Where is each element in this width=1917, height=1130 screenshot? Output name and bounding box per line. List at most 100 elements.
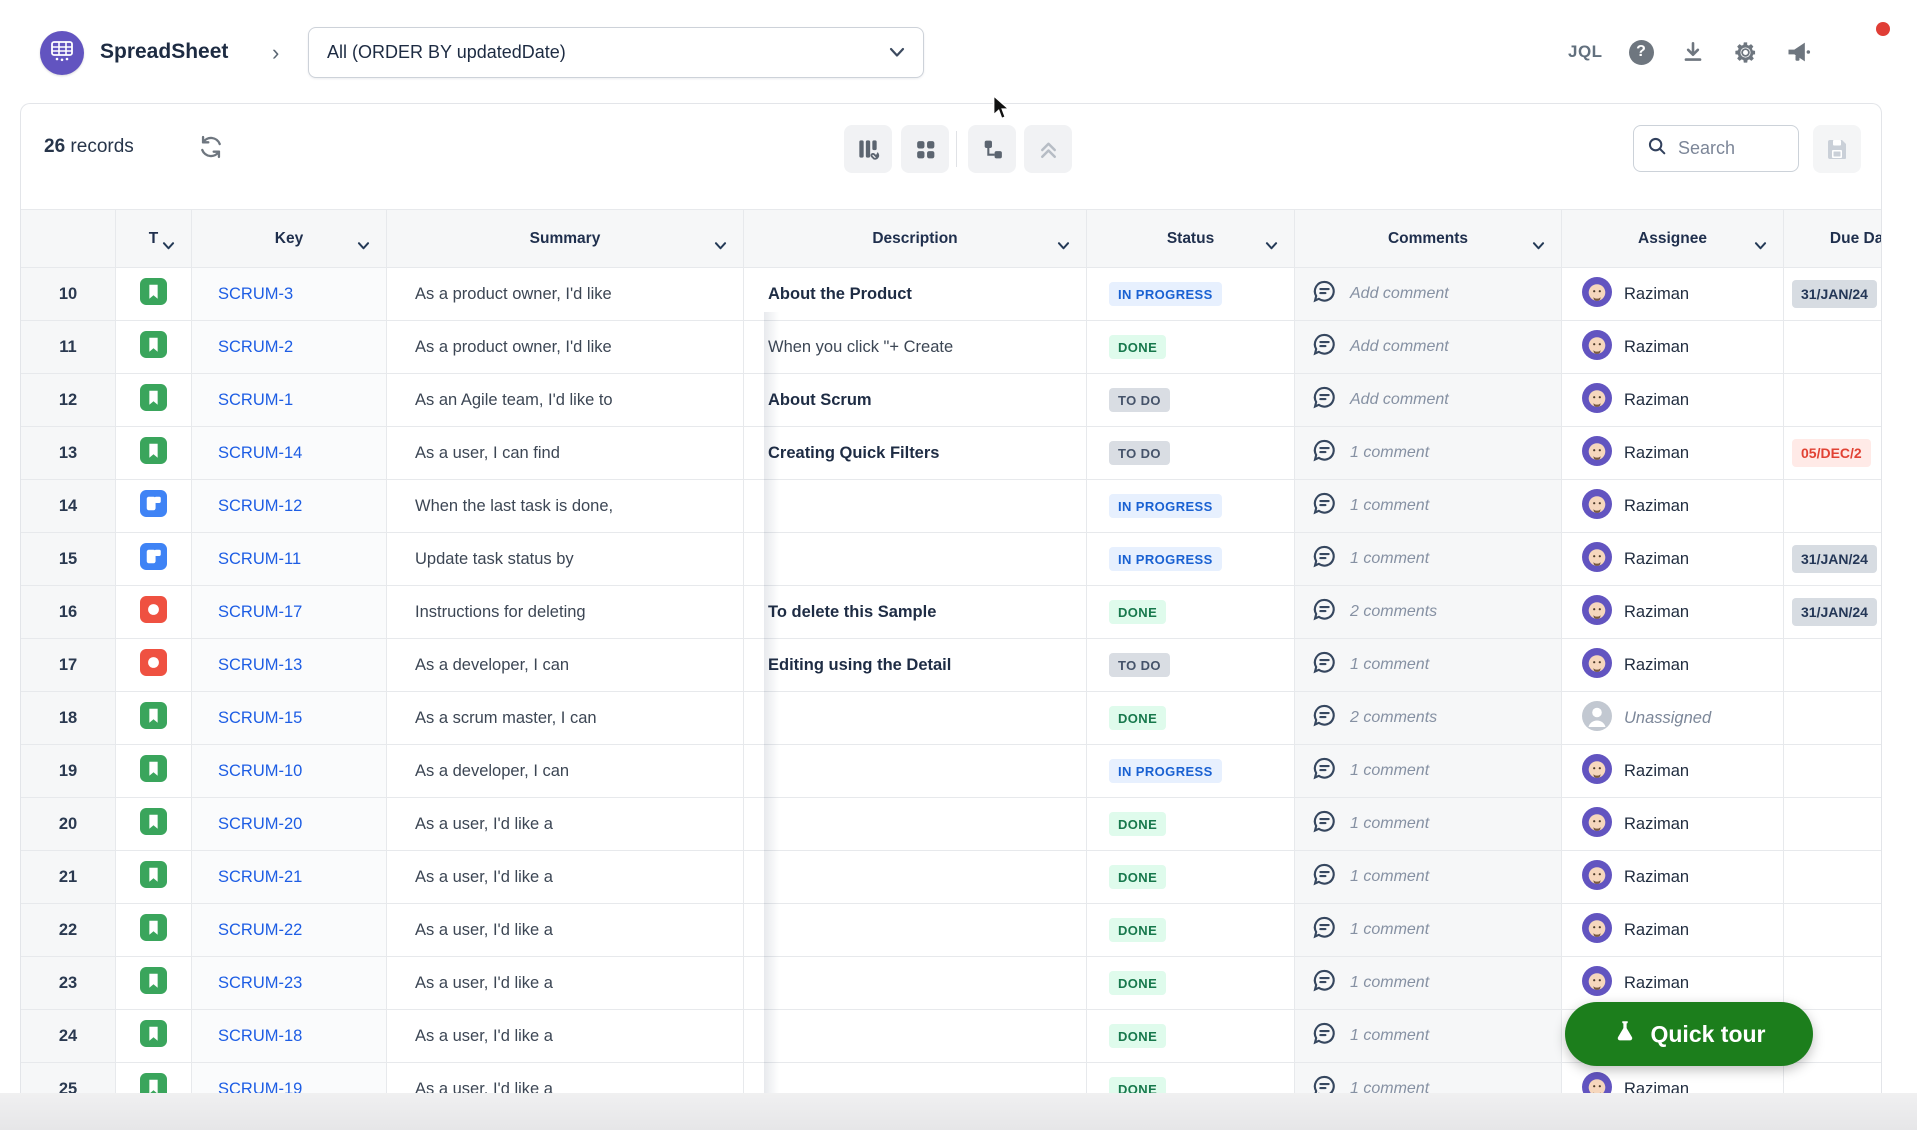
- horizontal-scrollbar-track[interactable]: [0, 1093, 1917, 1130]
- status-cell[interactable]: TO DO: [1087, 427, 1295, 480]
- column-header-status[interactable]: Status: [1087, 209, 1295, 268]
- due-date-cell[interactable]: 31/JAN/24: [1784, 533, 1882, 586]
- assignee-cell[interactable]: Raziman: [1562, 798, 1784, 851]
- issue-key-link[interactable]: SCRUM-21: [218, 868, 302, 887]
- comments-cell[interactable]: 1 comment: [1295, 851, 1562, 904]
- issue-type-cell[interactable]: [116, 586, 192, 639]
- comments-cell[interactable]: 1 comment: [1295, 904, 1562, 957]
- description-cell[interactable]: [744, 851, 1087, 904]
- column-header-comments[interactable]: Comments: [1295, 209, 1562, 268]
- summary-cell[interactable]: As a product owner, I'd like: [387, 321, 744, 374]
- help-icon[interactable]: ?: [1629, 40, 1654, 65]
- issue-key-link[interactable]: SCRUM-12: [218, 497, 302, 516]
- issue-key-link[interactable]: SCRUM-14: [218, 444, 302, 463]
- issue-type-cell[interactable]: [116, 692, 192, 745]
- description-cell[interactable]: [744, 1063, 1087, 1093]
- column-settings-button[interactable]: [844, 125, 892, 173]
- description-cell[interactable]: [744, 533, 1087, 586]
- summary-cell[interactable]: As a user, I'd like a: [387, 851, 744, 904]
- column-header-summary[interactable]: Summary: [387, 209, 744, 268]
- description-cell[interactable]: [744, 480, 1087, 533]
- issue-type-cell[interactable]: [116, 321, 192, 374]
- issue-type-cell[interactable]: [116, 639, 192, 692]
- column-header-due[interactable]: Due Date: [1784, 209, 1882, 268]
- summary-cell[interactable]: As a scrum master, I can: [387, 692, 744, 745]
- status-cell[interactable]: DONE: [1087, 586, 1295, 639]
- status-cell[interactable]: DONE: [1087, 321, 1295, 374]
- issue-type-cell[interactable]: [116, 480, 192, 533]
- issue-key-link[interactable]: SCRUM-22: [218, 921, 302, 940]
- status-cell[interactable]: IN PROGRESS: [1087, 533, 1295, 586]
- collapse-all-button[interactable]: [1024, 125, 1072, 173]
- issue-type-cell[interactable]: [116, 904, 192, 957]
- description-cell[interactable]: To delete this Sample: [744, 586, 1087, 639]
- summary-cell[interactable]: As a user, I'd like a: [387, 904, 744, 957]
- status-cell[interactable]: TO DO: [1087, 374, 1295, 427]
- summary-cell[interactable]: As a user, I can find: [387, 427, 744, 480]
- issue-type-cell[interactable]: [116, 268, 192, 321]
- issue-key-link[interactable]: SCRUM-11: [218, 550, 301, 569]
- status-cell[interactable]: DONE: [1087, 798, 1295, 851]
- assignee-cell[interactable]: Raziman: [1562, 480, 1784, 533]
- comments-cell[interactable]: 2 comments: [1295, 586, 1562, 639]
- jql-button[interactable]: JQL: [1568, 42, 1603, 62]
- search-input[interactable]: [1678, 138, 1788, 159]
- comments-cell[interactable]: 1 comment: [1295, 427, 1562, 480]
- column-header-key[interactable]: Key: [192, 209, 387, 268]
- comments-cell[interactable]: Add comment: [1295, 321, 1562, 374]
- issue-type-cell[interactable]: [116, 427, 192, 480]
- due-date-cell[interactable]: [1784, 904, 1882, 957]
- status-cell[interactable]: DONE: [1087, 692, 1295, 745]
- summary-cell[interactable]: As a user, I'd like a: [387, 798, 744, 851]
- issue-type-cell[interactable]: [116, 1010, 192, 1063]
- assignee-cell[interactable]: Raziman: [1562, 851, 1784, 904]
- status-cell[interactable]: DONE: [1087, 1063, 1295, 1093]
- due-date-cell[interactable]: [1784, 480, 1882, 533]
- description-cell[interactable]: [744, 692, 1087, 745]
- summary-cell[interactable]: As a product owner, I'd like: [387, 268, 744, 321]
- assignee-cell[interactable]: Raziman: [1562, 321, 1784, 374]
- save-view-button[interactable]: [1813, 125, 1861, 173]
- issue-key-link[interactable]: SCRUM-2: [218, 338, 293, 357]
- due-date-cell[interactable]: [1784, 692, 1882, 745]
- due-date-cell[interactable]: [1784, 374, 1882, 427]
- comments-cell[interactable]: 1 comment: [1295, 533, 1562, 586]
- comments-cell[interactable]: 1 comment: [1295, 639, 1562, 692]
- issue-type-cell[interactable]: [116, 533, 192, 586]
- due-date-cell[interactable]: 05/DEC/2: [1784, 427, 1882, 480]
- column-header-type[interactable]: T: [116, 209, 192, 268]
- due-date-cell[interactable]: [1784, 639, 1882, 692]
- status-cell[interactable]: IN PROGRESS: [1087, 268, 1295, 321]
- description-cell[interactable]: [744, 957, 1087, 1010]
- comments-cell[interactable]: 1 comment: [1295, 745, 1562, 798]
- description-cell[interactable]: About Scrum: [744, 374, 1087, 427]
- issue-type-cell[interactable]: [116, 851, 192, 904]
- assignee-cell[interactable]: Raziman: [1562, 427, 1784, 480]
- comments-cell[interactable]: 2 comments: [1295, 692, 1562, 745]
- issue-type-cell[interactable]: [116, 1063, 192, 1093]
- issue-key-link[interactable]: SCRUM-17: [218, 603, 302, 622]
- card-view-button[interactable]: [901, 125, 949, 173]
- due-date-cell[interactable]: 31/JAN/24: [1784, 586, 1882, 639]
- due-date-cell[interactable]: [1784, 321, 1882, 374]
- app-logo[interactable]: [40, 31, 84, 75]
- issue-type-cell[interactable]: [116, 745, 192, 798]
- description-cell[interactable]: Editing using the Detail: [744, 639, 1087, 692]
- issue-key-link[interactable]: SCRUM-13: [218, 656, 302, 675]
- issue-type-cell[interactable]: [116, 798, 192, 851]
- issue-type-cell[interactable]: [116, 957, 192, 1010]
- description-cell[interactable]: [744, 798, 1087, 851]
- status-cell[interactable]: DONE: [1087, 851, 1295, 904]
- issue-key-link[interactable]: SCRUM-10: [218, 762, 302, 781]
- issue-key-link[interactable]: SCRUM-19: [218, 1080, 302, 1094]
- description-cell[interactable]: [744, 745, 1087, 798]
- issue-key-link[interactable]: SCRUM-15: [218, 709, 302, 728]
- assignee-cell[interactable]: Raziman: [1562, 374, 1784, 427]
- comments-cell[interactable]: 1 comment: [1295, 480, 1562, 533]
- status-cell[interactable]: IN PROGRESS: [1087, 480, 1295, 533]
- quick-tour-button[interactable]: Quick tour: [1565, 1002, 1813, 1066]
- status-cell[interactable]: IN PROGRESS: [1087, 745, 1295, 798]
- summary-cell[interactable]: Update task status by: [387, 533, 744, 586]
- issue-key-link[interactable]: SCRUM-18: [218, 1027, 302, 1046]
- saved-filter-dropdown[interactable]: All (ORDER BY updatedDate): [308, 27, 924, 78]
